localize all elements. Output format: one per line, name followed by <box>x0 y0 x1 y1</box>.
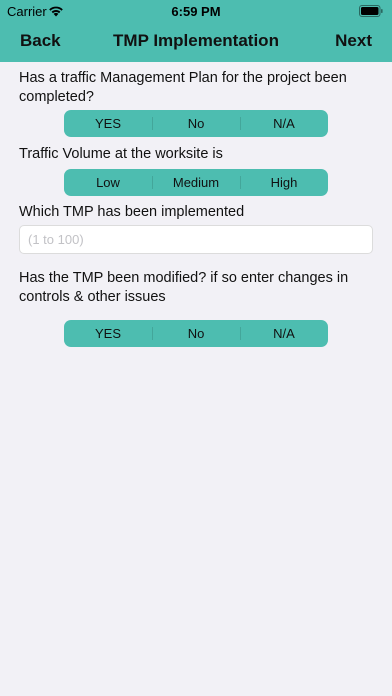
question-tmp-modified-label: Has the TMP been modified? if so enter c… <box>19 270 349 305</box>
plan-completed-option-no[interactable]: No <box>152 110 240 137</box>
battery-icon <box>359 5 383 17</box>
plan-completed-option-na[interactable]: N/A <box>240 110 328 137</box>
tmp-modified-option-no[interactable]: No <box>152 320 240 347</box>
traffic-volume-option-medium[interactable]: Medium <box>152 169 240 196</box>
plan-completed-segmented-control: YES No N/A <box>64 110 328 137</box>
status-time: 6:59 PM <box>171 4 221 19</box>
back-button[interactable]: Back <box>20 31 61 51</box>
traffic-volume-segmented-control: Low Medium High <box>64 169 328 196</box>
status-bar: Carrier 6:59 PM <box>0 0 392 22</box>
plan-completed-option-yes[interactable]: YES <box>64 110 152 137</box>
tmp-modified-segmented-control: YES No N/A <box>64 320 328 347</box>
tmp-modified-option-na[interactable]: N/A <box>240 320 328 347</box>
question-which-tmp-label: Which TMP has been implemented <box>19 204 245 220</box>
navigation-bar: Back TMP Implementation Next <box>0 22 392 62</box>
next-button[interactable]: Next <box>335 31 372 51</box>
traffic-volume-option-low[interactable]: Low <box>64 169 152 196</box>
tmp-modified-option-yes[interactable]: YES <box>64 320 152 347</box>
traffic-volume-option-high[interactable]: High <box>240 169 328 196</box>
which-tmp-input[interactable] <box>19 225 373 254</box>
question-traffic-volume-label: Traffic Volume at the worksite is <box>19 146 223 162</box>
question-plan-completed-label: Has a traffic Management Plan for the pr… <box>19 70 347 105</box>
